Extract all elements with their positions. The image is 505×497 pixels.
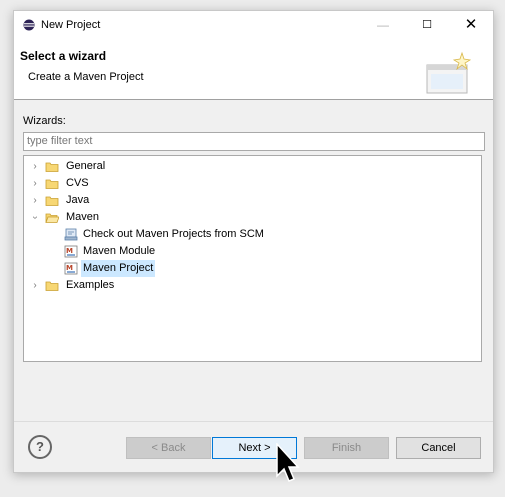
minimize-button[interactable]: — (361, 11, 405, 39)
folder-icon (45, 162, 59, 172)
filter-input[interactable]: type filter text (23, 132, 485, 151)
wizard-banner-icon (426, 51, 472, 94)
scm-checkout-icon (64, 228, 78, 241)
tree-item-label: CVS (66, 177, 89, 189)
folder-icon (45, 179, 59, 189)
title-bar[interactable]: New Project — ☐ ✕ (14, 11, 493, 39)
maven-project-icon: M (64, 262, 78, 275)
tree-item-label: Maven (66, 211, 100, 223)
wizard-tree[interactable]: › General › CVS › Java › Maven Check out… (23, 155, 482, 362)
chevron-right-icon[interactable]: › (30, 158, 40, 175)
chevron-down-icon[interactable]: › (27, 213, 44, 223)
folder-icon (45, 196, 59, 206)
maven-module-icon: M (64, 245, 78, 258)
help-button[interactable]: ? (28, 435, 52, 459)
chevron-right-icon[interactable]: › (30, 175, 40, 192)
window-title: New Project (41, 19, 101, 31)
svg-text:M: M (66, 247, 73, 255)
folder-open-icon (45, 213, 59, 223)
tree-item-label: Maven Module (83, 245, 156, 257)
divider (14, 421, 493, 422)
wizard-header: Select a wizard Create a Maven Project (14, 39, 493, 100)
eclipse-icon (23, 19, 35, 31)
chevron-right-icon[interactable]: › (30, 192, 40, 209)
svg-text:M: M (66, 264, 73, 272)
new-project-dialog: New Project — ☐ ✕ Select a wizard Create… (13, 10, 494, 473)
tree-item-label: Check out Maven Projects from SCM (83, 228, 264, 240)
finish-button[interactable]: Finish (304, 437, 389, 459)
folder-icon (45, 281, 59, 291)
mouse-pointer-icon (276, 443, 300, 482)
tree-item-label: Java (66, 194, 90, 206)
wizards-label: Wizards: (23, 115, 66, 127)
tree-item-label: General (66, 160, 106, 172)
page-description: Create a Maven Project (28, 71, 144, 83)
back-button[interactable]: < Back (126, 437, 211, 459)
maximize-button[interactable]: ☐ (405, 11, 449, 39)
close-button[interactable]: ✕ (449, 11, 493, 39)
tree-item-label: Examples (66, 279, 115, 291)
cancel-button[interactable]: Cancel (396, 437, 481, 459)
page-title: Select a wizard (20, 49, 107, 63)
chevron-right-icon[interactable]: › (30, 277, 40, 294)
tree-item-label: Maven Project (81, 260, 156, 277)
